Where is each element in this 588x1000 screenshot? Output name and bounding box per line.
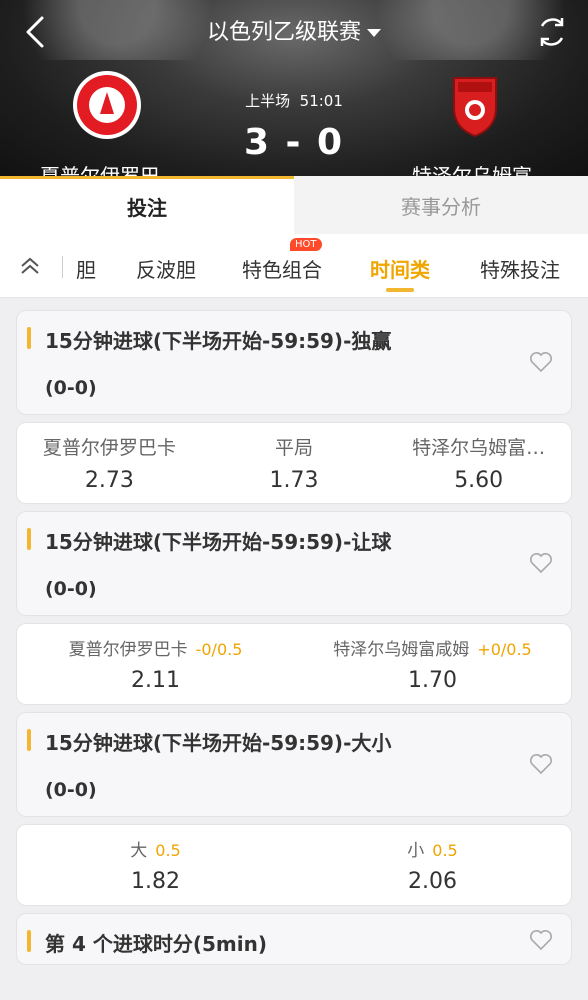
match-header: 以色列乙级联赛 上半场 51:01 3 - 0 夏普尔伊罗巴 特泽尔乌姆富 bbox=[0, 0, 588, 178]
odd-label-row: 大 0.5 bbox=[130, 836, 180, 861]
odd-handicap: 0.5 bbox=[155, 841, 181, 860]
market-accent-bar bbox=[27, 729, 31, 751]
odds-row: 夏普尔伊罗巴卡 2.73 平局 1.73 特泽尔乌姆富… 5.60 bbox=[17, 423, 571, 503]
market-title: 15分钟进球(下半场开始-59:59)-独赢 bbox=[45, 329, 392, 353]
odd-price: 5.60 bbox=[454, 468, 504, 493]
odd-price: 1.82 bbox=[131, 869, 180, 894]
divider bbox=[62, 256, 63, 278]
odd-label: 特泽尔乌姆富… bbox=[412, 437, 546, 459]
active-tab-indicator bbox=[386, 288, 414, 292]
odd-label-row: 夏普尔伊罗巴卡 -0/0.5 bbox=[69, 635, 243, 660]
match-clock: 51:01 bbox=[299, 92, 343, 110]
heart-icon[interactable] bbox=[529, 753, 553, 775]
odd-handicap: -0/0.5 bbox=[195, 640, 243, 659]
market-title: 第 4 个进球时分(5min) bbox=[45, 932, 267, 956]
tab-bet[interactable]: 投注 bbox=[0, 176, 294, 234]
odd-label: 小 bbox=[407, 841, 425, 861]
hot-badge: HOT bbox=[290, 238, 322, 251]
heart-icon[interactable] bbox=[529, 351, 553, 373]
odd-option[interactable]: 夏普尔伊罗巴卡 2.73 bbox=[17, 423, 202, 503]
market-accent-bar bbox=[27, 327, 31, 349]
away-team-logo bbox=[453, 77, 497, 138]
odd-option[interactable]: 平局 1.73 bbox=[202, 423, 387, 503]
market-header[interactable]: 15分钟进球(下半场开始-59:59)-让球 (0-0) bbox=[16, 511, 572, 616]
odd-price: 2.06 bbox=[408, 869, 457, 894]
market-accent-bar bbox=[27, 930, 31, 952]
market-header[interactable]: 15分钟进球(下半场开始-59:59)-大小 (0-0) bbox=[16, 712, 572, 817]
odds-card: 夏普尔伊罗巴卡 -0/0.5 2.11 特泽尔乌姆富咸姆 +0/0.5 1.70 bbox=[16, 623, 572, 705]
main-tabs: 投注 赛事分析 bbox=[0, 176, 588, 234]
odds-row: 大 0.5 1.82 小 0.5 2.06 bbox=[17, 825, 571, 905]
odd-label-row: 特泽尔乌姆富咸姆 +0/0.5 bbox=[333, 635, 531, 660]
odds-card: 夏普尔伊罗巴卡 2.73 平局 1.73 特泽尔乌姆富… 5.60 bbox=[16, 422, 572, 504]
odd-label: 夏普尔伊罗巴卡 bbox=[42, 437, 176, 459]
tab-time[interactable]: 时间类 bbox=[370, 254, 430, 292]
odd-label: 大 bbox=[130, 841, 148, 861]
tab-special-bets[interactable]: 特殊投注 bbox=[480, 254, 560, 283]
league-selector[interactable]: 以色列乙级联赛 bbox=[0, 14, 588, 46]
odd-label-row: 小 0.5 bbox=[407, 836, 457, 861]
refresh-icon[interactable] bbox=[532, 12, 572, 52]
odd-price: 2.11 bbox=[131, 668, 180, 693]
odd-price: 2.73 bbox=[84, 468, 134, 493]
league-title: 以色列乙级联赛 bbox=[206, 20, 361, 45]
period-label: 上半场 bbox=[245, 92, 291, 110]
odd-label: 平局 bbox=[275, 437, 314, 459]
tab-analysis[interactable]: 赛事分析 bbox=[294, 176, 588, 234]
odd-option[interactable]: 特泽尔乌姆富… 5.60 bbox=[386, 423, 571, 503]
market-title: 15分钟进球(下半场开始-59:59)-让球 bbox=[45, 530, 392, 554]
tab-special-combo[interactable]: 特色组合 bbox=[242, 254, 322, 283]
tab-dan[interactable]: 胆 bbox=[76, 254, 96, 283]
market-score: (0-0) bbox=[45, 377, 97, 399]
heart-icon[interactable] bbox=[529, 552, 553, 574]
market-accent-bar bbox=[27, 528, 31, 550]
market-header[interactable]: 15分钟进球(下半场开始-59:59)-独赢 (0-0) bbox=[16, 310, 572, 415]
market-score: (0-0) bbox=[45, 779, 97, 801]
market-header[interactable]: 第 4 个进球时分(5min) bbox=[16, 913, 572, 965]
odds-card: 大 0.5 1.82 小 0.5 2.06 bbox=[16, 824, 572, 906]
odd-price: 1.73 bbox=[269, 468, 319, 493]
odd-price: 1.70 bbox=[408, 668, 457, 693]
odd-label: 夏普尔伊罗巴卡 bbox=[68, 640, 188, 660]
chevron-up-icon[interactable] bbox=[18, 256, 42, 276]
odd-handicap: +0/0.5 bbox=[477, 640, 532, 659]
chevron-down-icon bbox=[367, 29, 381, 37]
market-title: 15分钟进球(下半场开始-59:59)-大小 bbox=[45, 731, 392, 755]
odd-option[interactable]: 特泽尔乌姆富咸姆 +0/0.5 1.70 bbox=[294, 624, 571, 704]
tab-reverse-score[interactable]: 反波胆 bbox=[136, 254, 196, 283]
tab-time-label: 时间类 bbox=[370, 258, 430, 282]
odd-option[interactable]: 大 0.5 1.82 bbox=[17, 825, 294, 905]
odd-handicap: 0.5 bbox=[432, 841, 458, 860]
heart-icon[interactable] bbox=[529, 929, 553, 951]
odd-option[interactable]: 小 0.5 2.06 bbox=[294, 825, 571, 905]
market-score: (0-0) bbox=[45, 578, 97, 600]
odds-row: 夏普尔伊罗巴卡 -0/0.5 2.11 特泽尔乌姆富咸姆 +0/0.5 1.70 bbox=[17, 624, 571, 704]
odd-label: 特泽尔乌姆富咸姆 bbox=[333, 640, 470, 660]
odd-option[interactable]: 夏普尔伊罗巴卡 -0/0.5 2.11 bbox=[17, 624, 294, 704]
